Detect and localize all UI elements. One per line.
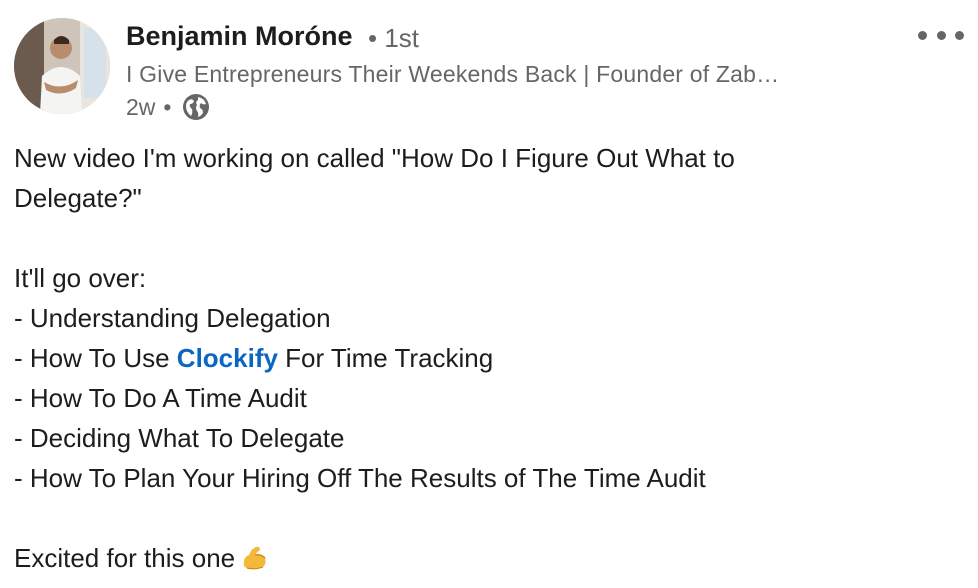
clockify-link[interactable]: Clockify [177, 343, 278, 373]
list-item: - How To Use Clockify For Time Tracking [14, 338, 964, 378]
more-dot [918, 30, 927, 40]
more-dot [936, 30, 946, 40]
list-item: - Understanding Delegation [14, 303, 331, 333]
list-item-prefix: - How To Use [14, 343, 177, 373]
list-item: - How To Do A Time Audit [14, 383, 307, 413]
meta-separator: • [163, 93, 172, 120]
list-item: - How To Plan Your Hiring Off The Result… [14, 463, 706, 493]
post-intro: It'll go over: [14, 263, 147, 293]
feed-post: Benjamin Moróne • 1st I Give Entrepreneu… [0, 0, 978, 588]
more-options-icon[interactable] [918, 28, 964, 42]
post-time[interactable]: 2w [126, 94, 155, 121]
flexed-biceps-emoji-icon [243, 546, 266, 570]
author-name[interactable]: Benjamin Moróne [126, 21, 353, 52]
post-closing: Excited for this one [14, 538, 964, 578]
more-dot [955, 30, 964, 40]
post-text-line: New video I'm working on called "How Do … [14, 143, 735, 173]
connection-degree: • 1st [368, 23, 420, 53]
post-text-line: Delegate?" [14, 183, 142, 213]
closing-text: Excited for this one [14, 543, 236, 573]
list-item: - Deciding What To Delegate [14, 423, 345, 453]
list-item-suffix: For Time Tracking [277, 343, 494, 373]
globe-icon [183, 94, 210, 120]
post-meta: 2w • [126, 92, 211, 122]
author-avatar[interactable] [14, 18, 110, 114]
post-body: New video I'm working on called "How Do … [14, 138, 964, 578]
profile-photo-icon [14, 18, 110, 114]
author-headline: I Give Entrepreneurs Their Weekends Back… [126, 61, 780, 87]
